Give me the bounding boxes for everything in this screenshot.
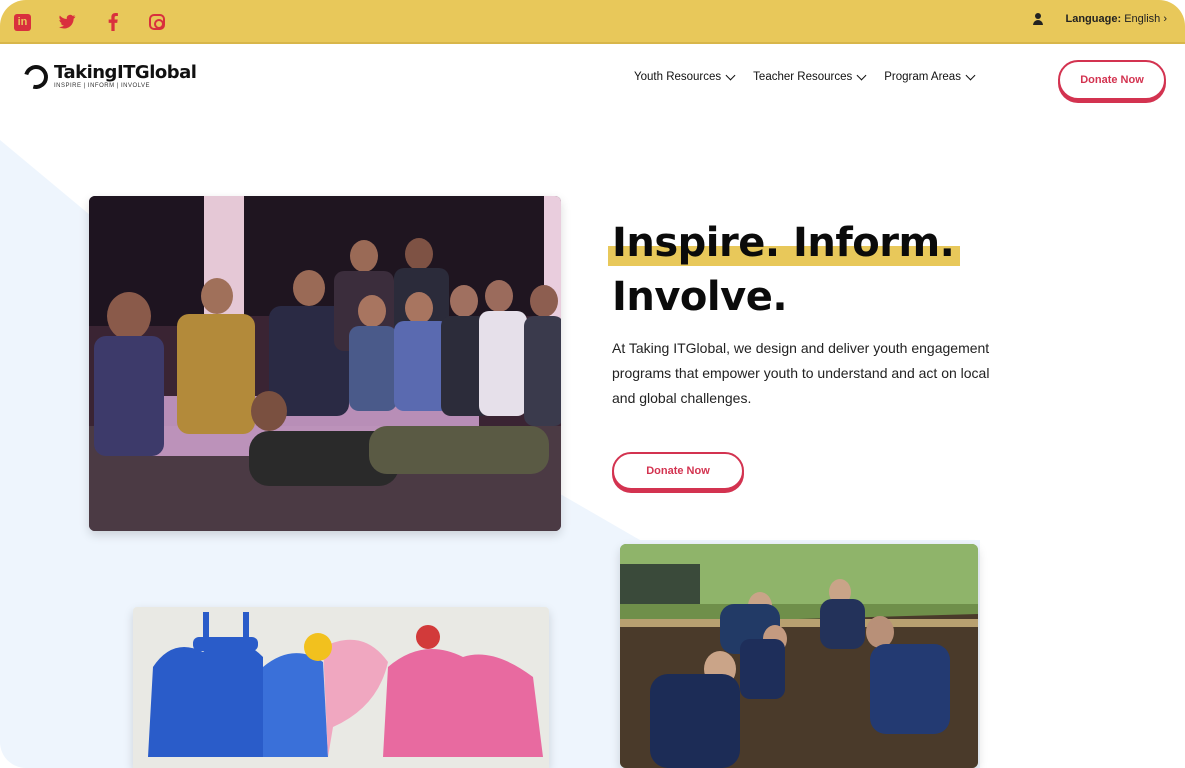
chevron-down-icon (856, 70, 867, 80)
logo-name: TakingITGlobal (54, 62, 197, 83)
logo-text: TakingITGlobal INSPIRE | INFORM | INVOLV… (54, 62, 197, 90)
social-links: in (14, 12, 165, 32)
hero-section: Inspire. Inform. Involve. At Taking ITGl… (607, 216, 1032, 490)
nav-teacher-resources[interactable]: Teacher Resources (753, 70, 867, 83)
nav-label: Youth Resources (634, 71, 722, 83)
language-label: Language: (1065, 13, 1122, 25)
language-selector[interactable]: Language: English › (1066, 13, 1168, 25)
logo-mark-icon (19, 60, 53, 93)
logo-tagline: INSPIRE | INFORM | INVOLVE (54, 83, 151, 89)
page-frame: in Language: English › TakingITGlobal IN… (0, 0, 1185, 768)
top-right-controls: Language: English › (1032, 13, 1168, 25)
nav-program-areas[interactable]: Program Areas (884, 70, 976, 83)
headline-line-2: Involve. (612, 274, 788, 320)
hero-description: At Taking ITGlobal, we design and delive… (612, 340, 990, 406)
site-logo[interactable]: TakingITGlobal INSPIRE | INFORM | INVOLV… (19, 60, 197, 93)
language-value: English (1124, 13, 1161, 25)
top-social-bar: in Language: English › (0, 0, 1185, 44)
nav-label: Teacher Resources (753, 71, 853, 83)
instagram-icon[interactable] (149, 14, 165, 30)
hero-donate-now-button[interactable]: Donate Now (612, 452, 744, 490)
hero-headline: Inspire. Inform. Involve. (607, 216, 1032, 324)
chevron-down-icon (965, 70, 976, 80)
nav-label: Program Areas (884, 71, 961, 83)
headline-line-1: Inspire. Inform. (607, 216, 961, 270)
chevron-down-icon (725, 70, 736, 80)
site-header: TakingITGlobal INSPIRE | INFORM | INVOLV… (0, 44, 1185, 120)
gardening-photo (620, 544, 978, 768)
facebook-icon[interactable] (103, 12, 123, 32)
nav-youth-resources[interactable]: Youth Resources (634, 70, 736, 83)
linkedin-icon[interactable]: in (14, 13, 31, 31)
chevron-down-icon: › (1163, 13, 1167, 25)
user-account-icon[interactable] (1032, 13, 1044, 25)
graffiti-mural-photo (133, 607, 549, 768)
twitter-icon[interactable] (57, 12, 77, 32)
group-photo-stage (89, 196, 561, 531)
donate-now-button[interactable]: Donate Now (1058, 60, 1166, 100)
main-nav: Youth Resources Teacher Resources Progra… (634, 70, 976, 83)
